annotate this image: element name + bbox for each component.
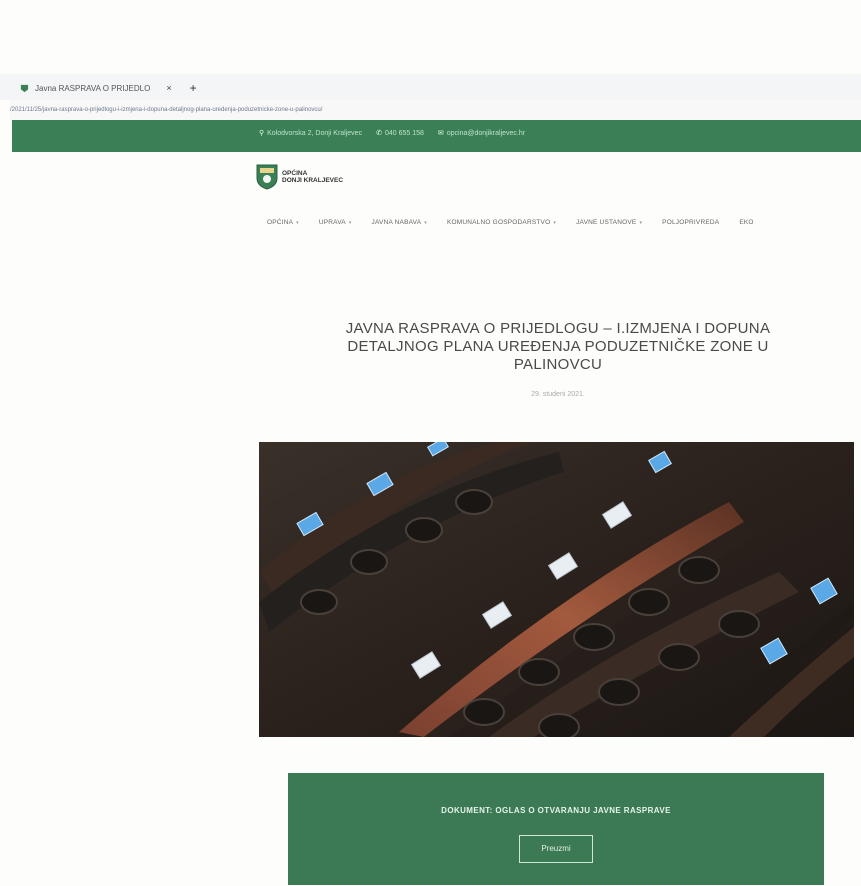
mail-icon: ✉ xyxy=(437,130,444,137)
browser-tab-bar: Javna RASPRAVA O PRIJEDLO × + xyxy=(0,74,861,100)
document-box: DOKUMENT: OGLAS O OTVARANJU JAVNE RASPRA… xyxy=(288,773,824,885)
menu-item-komunalno[interactable]: KOMUNALNO GOSPODARSTVO ▾ xyxy=(447,219,556,226)
main-menu: OPĆINA ▾ UPRAVA ▾ JAVNA NABAVA ▾ KOMUNALNO … xyxy=(267,219,774,226)
download-button[interactable]: Preuzmi xyxy=(519,835,593,863)
tab-title: Javna RASPRAVA O PRIJEDLO xyxy=(35,83,151,93)
tab-close-icon[interactable]: × xyxy=(166,83,171,93)
phone-icon: ✆ xyxy=(376,130,382,137)
contact-address: ⚲ Kolodvorska 2, Donji Kraljevec xyxy=(259,130,363,137)
menu-item-opcina[interactable]: OPĆINA ▾ xyxy=(267,219,299,226)
document-label: DOKUMENT: OGLAS O OTVARANJU JAVNE RASPRA… xyxy=(441,806,671,815)
menu-item-eko[interactable]: EKO xyxy=(739,219,753,226)
browser-tab[interactable]: Javna RASPRAVA O PRIJEDLO × + xyxy=(20,78,197,98)
contact-bar: ⚲ Kolodvorska 2, Donji Kraljevec ✆ 040 655… xyxy=(12,120,861,152)
contact-email[interactable]: ✉ opcina@donjikraljevec.hr xyxy=(438,129,525,137)
contact-phone[interactable]: ✆ 040 655 158 xyxy=(376,129,424,137)
coat-of-arms-icon xyxy=(256,164,278,190)
logo-line-2: DONJI KRALJEVEC xyxy=(282,177,344,184)
location-icon: ⚲ xyxy=(259,130,265,137)
address-bar[interactable]: /2021/11/25/javna-rasprava-o-prijedlogu-… xyxy=(10,100,861,120)
logo-line-1: OPĆINA xyxy=(282,170,308,177)
chevron-down-icon: ▾ xyxy=(553,220,557,226)
chevron-down-icon: ▾ xyxy=(348,220,352,226)
favicon-icon xyxy=(20,84,29,92)
chevron-down-icon: ▾ xyxy=(296,220,299,226)
chevron-down-icon: ▾ xyxy=(424,220,427,226)
hero-image xyxy=(259,442,854,737)
chevron-down-icon: ▾ xyxy=(639,220,643,226)
new-tab-icon[interactable]: + xyxy=(190,81,197,95)
menu-item-poljoprivreda[interactable]: POLJOPRIVREDA xyxy=(662,219,719,226)
post-date: 29. studeni 2021. xyxy=(531,391,585,398)
menu-item-javne-ustanove[interactable]: JAVNE USTANOVE ▾ xyxy=(576,219,642,226)
site-logo[interactable]: OPĆINA DONJI KRALJEVEC xyxy=(256,164,343,190)
page-title: JAVNA RASPRAVA O PRIJEDLOGU – I.IZMJENA … xyxy=(345,320,771,373)
menu-item-javna-nabava[interactable]: JAVNA NABAVA ▾ xyxy=(372,219,427,226)
menu-item-uprava[interactable]: UPRAVA ▾ xyxy=(319,219,352,226)
